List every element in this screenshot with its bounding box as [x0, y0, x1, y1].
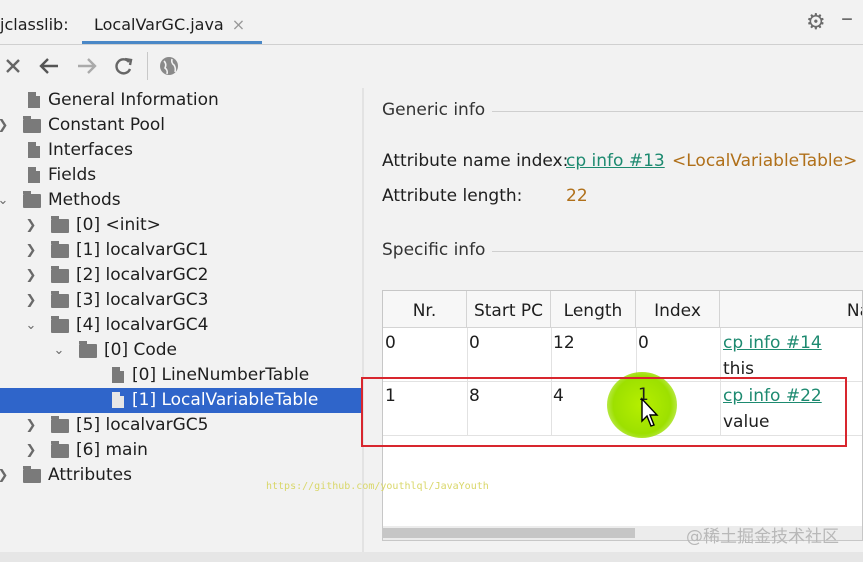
folder-icon — [51, 416, 69, 433]
chevron-down-icon[interactable]: ⌄ — [52, 338, 66, 363]
tab-localvargc-java[interactable]: LocalVarGC.java × — [82, 0, 262, 44]
cell-start-pc[interactable]: 0 — [469, 333, 480, 353]
tree-item-label: [2] localvarGC2 — [76, 265, 209, 285]
folder-icon — [51, 216, 69, 233]
file-icon — [112, 367, 124, 383]
section-divider — [492, 111, 863, 112]
column-header-start-pc[interactable]: Start PC — [467, 291, 551, 328]
status-strip — [0, 552, 863, 562]
chevron-right-icon[interactable]: ❯ — [24, 438, 38, 463]
tree-item-label: [4] localvarGC4 — [76, 315, 209, 335]
editor-tab-bar: jclasslib: LocalVarGC.java × ⚙ – — [0, 0, 863, 44]
cell-nr[interactable]: 0 — [385, 333, 396, 353]
url-watermark: https://github.com/youthlql/JavaYouth — [266, 481, 489, 492]
tab-jclasslib[interactable]: jclasslib: — [0, 0, 78, 44]
tree-item-label: Methods — [48, 190, 121, 210]
attribute-name-index-label: Attribute name index: — [382, 151, 569, 171]
tree-item-label: Interfaces — [48, 140, 133, 160]
column-header-index[interactable]: Index — [636, 291, 720, 328]
file-icon — [28, 167, 40, 183]
file-icon — [28, 92, 40, 108]
gear-icon[interactable]: ⚙ — [806, 10, 826, 35]
folder-icon — [23, 116, 41, 133]
cell-name-value[interactable]: this — [723, 359, 754, 379]
attribute-length-label: Attribute length: — [382, 186, 523, 206]
cp-info-14-link[interactable]: cp info #14 — [723, 333, 822, 353]
chevron-right-icon[interactable]: ❯ — [24, 413, 38, 438]
chevron-right-icon[interactable]: ❯ — [24, 288, 38, 313]
back-arrow-icon[interactable] — [38, 51, 60, 81]
tree-item-label: General Information — [48, 90, 219, 110]
specific-info-title: Specific info — [382, 240, 486, 260]
toolbar — [0, 45, 863, 87]
section-divider — [492, 251, 863, 252]
minimize-icon[interactable]: – — [841, 4, 853, 32]
attribute-name-value: <LocalVariableTable> — [672, 151, 858, 171]
folder-icon — [23, 191, 41, 208]
chevron-down-icon[interactable]: ⌄ — [0, 188, 10, 213]
tree-item-method-1[interactable]: ❯ [1] localvarGC1 — [0, 238, 362, 263]
tree-item-label: [3] localvarGC3 — [76, 290, 209, 310]
tree-item-interfaces[interactable]: Interfaces — [0, 138, 362, 163]
tree-item-general-information[interactable]: General Information — [0, 88, 362, 113]
folder-icon — [79, 341, 97, 358]
folder-icon — [51, 441, 69, 458]
tree-item-method-3[interactable]: ❯ [3] localvarGC3 — [0, 288, 362, 313]
globe-icon[interactable] — [158, 51, 180, 81]
cell-index[interactable]: 0 — [638, 333, 649, 353]
folder-icon — [51, 266, 69, 283]
tree-item-method-6[interactable]: ❯ [6] main — [0, 438, 362, 463]
file-icon — [112, 392, 124, 408]
forward-arrow-icon[interactable] — [76, 51, 98, 81]
folder-icon — [51, 291, 69, 308]
generic-info-title: Generic info — [382, 100, 486, 120]
tree-item-method-4[interactable]: ⌄ [4] localvarGC4 — [0, 313, 362, 338]
chevron-down-icon[interactable]: ⌄ — [24, 313, 38, 338]
tab-label: jclasslib: — [0, 15, 69, 34]
refresh-icon[interactable] — [112, 51, 134, 81]
chevron-right-icon[interactable]: ❯ — [0, 463, 10, 488]
tree-item-code[interactable]: ⌄ [0] Code — [0, 338, 362, 363]
column-header-length[interactable]: Length — [551, 291, 636, 328]
chevron-right-icon[interactable]: ❯ — [0, 113, 10, 138]
folder-icon — [51, 241, 69, 258]
tree-item-methods[interactable]: ⌄ Methods — [0, 188, 362, 213]
cell-length[interactable]: 12 — [553, 333, 575, 353]
tree-item-label: [0] Code — [104, 340, 178, 360]
tree-item-constant-pool[interactable]: ❯ Constant Pool — [0, 113, 362, 138]
file-icon — [28, 142, 40, 158]
tree-item-label: [1] localvarGC1 — [76, 240, 209, 260]
tree-item-label: Fields — [48, 165, 97, 185]
highlight-box — [361, 377, 847, 447]
tree-item-method-2[interactable]: ❯ [2] localvarGC2 — [0, 263, 362, 288]
tree-item-label: [0] LineNumberTable — [132, 365, 310, 385]
tree-item-method-5[interactable]: ❯ [5] localvarGC5 — [0, 413, 362, 438]
tree-item-local-variable-table[interactable]: [1] LocalVariableTable — [0, 388, 362, 413]
tree-item-label: [1] LocalVariableTable — [132, 390, 319, 410]
tree-item-line-number-table[interactable]: [0] LineNumberTable — [0, 363, 362, 388]
close-icon[interactable]: × — [232, 15, 245, 34]
folder-icon — [51, 316, 69, 333]
site-watermark: @稀土掘金技术社区 — [686, 527, 839, 547]
scrollbar-thumb[interactable] — [383, 528, 635, 538]
tree-item-fields[interactable]: Fields — [0, 163, 362, 188]
column-header-nr[interactable]: Nr. — [383, 291, 467, 328]
attribute-length-value: 22 — [566, 186, 588, 206]
close-icon[interactable] — [4, 51, 22, 81]
tab-label: LocalVarGC.java — [94, 15, 224, 34]
folder-icon — [23, 466, 41, 483]
chevron-right-icon[interactable]: ❯ — [24, 238, 38, 263]
tree-item-method-0[interactable]: ❯ [0] <init> — [0, 213, 362, 238]
chevron-right-icon[interactable]: ❯ — [24, 213, 38, 238]
cp-info-13-link[interactable]: cp info #13 — [566, 151, 665, 171]
tree-item-label: [6] main — [76, 440, 148, 460]
tree-item-label: [5] localvarGC5 — [76, 415, 209, 435]
tree-item-label: [0] <init> — [76, 215, 161, 235]
chevron-right-icon[interactable]: ❯ — [24, 263, 38, 288]
tree-item-label: Constant Pool — [48, 115, 165, 135]
tree-item-label: Attributes — [48, 465, 132, 485]
column-header-name[interactable]: Na — [720, 291, 862, 328]
toolbar-separator — [147, 52, 148, 80]
